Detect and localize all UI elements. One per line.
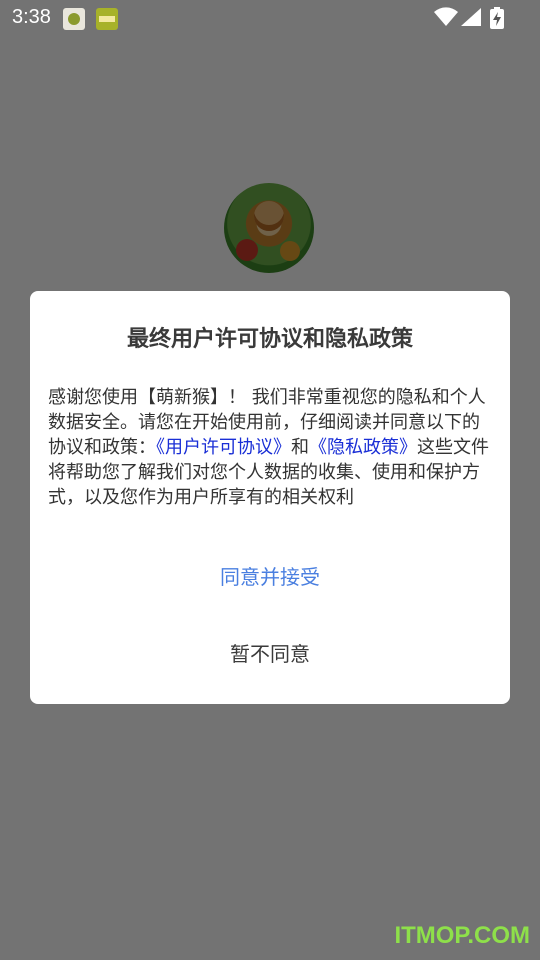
watermark: ITMOP.COM — [394, 922, 530, 949]
user-agreement-link[interactable]: 《用户许可协议》 — [156, 437, 291, 458]
disagree-button[interactable]: 暂不同意 — [170, 634, 370, 674]
status-bar: 3:38 — [0, 0, 540, 36]
privacy-consent-dialog: 最终用户许可协议和隐私政策 感谢您使用【萌新猴】！ 我们非常重视您的隐私和个人数… — [30, 291, 510, 704]
battery-charging-icon — [490, 7, 504, 29]
signal-icon — [461, 8, 481, 26]
body-text: 和 — [291, 437, 309, 458]
app-notification-icon — [63, 8, 85, 30]
agree-button[interactable]: 同意并接受 — [170, 557, 370, 597]
app-notification-icon — [96, 8, 118, 30]
dialog-body: 感谢您使用【萌新猴】！ 我们非常重视您的隐私和个人数据安全。请您在开始使用前，仔… — [48, 385, 494, 510]
wifi-icon — [434, 7, 458, 27]
status-time: 3:38 — [12, 6, 51, 28]
dialog-title: 最终用户许可协议和隐私政策 — [126, 327, 413, 352]
privacy-policy-link[interactable]: 《隐私政策》 — [309, 437, 417, 458]
